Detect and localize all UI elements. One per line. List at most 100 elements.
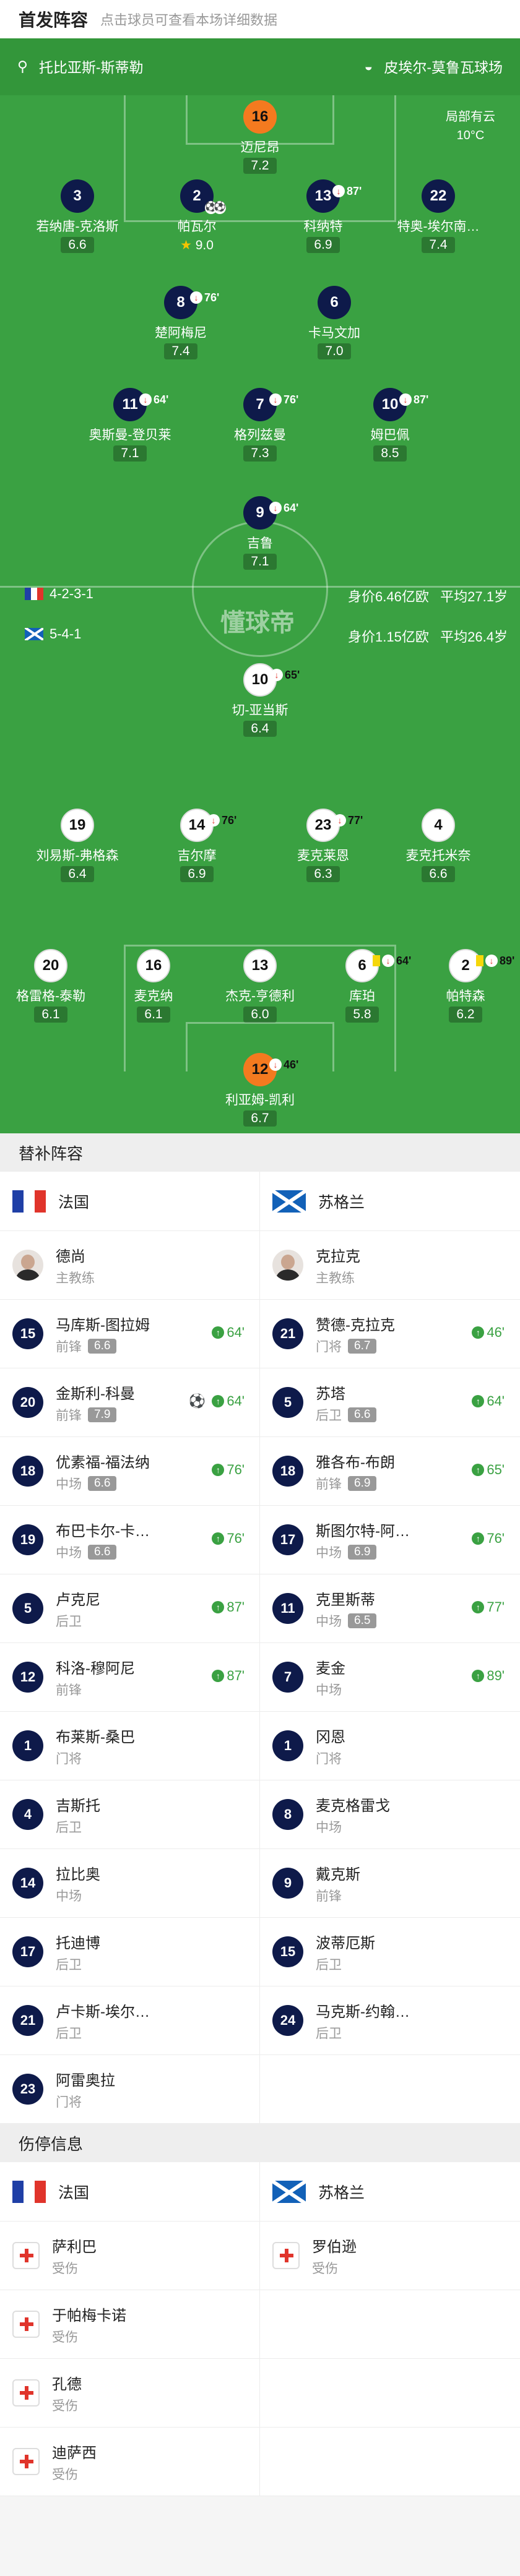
sub-player-home[interactable]: 1 布莱斯-桑巴 门将 — [0, 1712, 260, 1780]
sub-player-home[interactable]: 23 阿雷奥拉 门将 — [0, 2055, 260, 2123]
injured-player-home[interactable]: 迪萨西 受伤 — [0, 2428, 260, 2496]
sub-in-icon: ↑ — [472, 1395, 485, 1407]
sub-row: 15 马库斯-图拉姆 前锋 6.6 ↑ 64' 21 赞德-克拉克 门将 6.7 ↑ 46' — [0, 1300, 520, 1368]
minute-text: 89' — [487, 1668, 505, 1683]
injured-player-home[interactable]: 于帕梅卡诺 受伤 — [0, 2290, 260, 2358]
sub-player-away[interactable]: 8 麦克格雷戈 中场 — [260, 1780, 519, 1848]
player-sc-12[interactable]: 12 ↓ 46' 利亚姆-凯利 6.7 — [210, 1053, 310, 1127]
player-sc-16[interactable]: 16 麦克纳 6.1 — [104, 949, 203, 1023]
sub-player-away[interactable]: 5 苏塔 后卫 6.6 ↑ 64' — [260, 1368, 519, 1436]
sub-player-home[interactable]: 15 马库斯-图拉姆 前锋 6.6 ↑ 64' — [0, 1300, 260, 1368]
player-position: 前锋 — [56, 1339, 82, 1354]
injury-status: 受伤 — [312, 2261, 338, 2276]
player-position: 后卫 — [56, 2026, 82, 2041]
player-name: 卢卡斯-埃尔… — [56, 2003, 150, 2020]
minute-text: 87' — [227, 1668, 245, 1683]
sub-player-home[interactable]: 20 金斯利-科曼 前锋 7.9 ⚽ ↑ 64' — [0, 1368, 260, 1436]
player-position: 中场 — [316, 1545, 342, 1560]
player-name: 迪萨西 — [52, 2444, 97, 2462]
away-coach[interactable]: 克拉克 主教练 — [260, 1231, 519, 1299]
player-fr-6[interactable]: 6 卡马文加 7.0 — [285, 286, 384, 359]
player-position: 门将 — [56, 1751, 82, 1766]
player-info: 吉斯托 后卫 — [56, 1793, 100, 1836]
player-sc-10[interactable]: 10 ↓ 65' 切-亚当斯 6.4 — [210, 663, 310, 737]
player-info: 冈恩 门将 — [316, 1725, 345, 1767]
player-sc-6[interactable]: 6 ↓ 64' 库珀 5.8 — [313, 949, 412, 1023]
sub-in-minute: ↑ 87' — [212, 1668, 245, 1684]
player-sc-19[interactable]: 19 刘易斯-弗格森 6.4 — [28, 809, 127, 882]
sub-player-home[interactable]: 5 卢克尼 后卫 ↑ 87' — [0, 1574, 260, 1642]
sub-player-away[interactable]: 1 冈恩 门将 — [260, 1712, 519, 1780]
sub-in-icon: ↑ — [472, 1670, 485, 1682]
sub-player-home[interactable]: 18 优素福-福法纳 中场 6.6 ↑ 76' — [0, 1437, 260, 1505]
sub-player-away[interactable]: 11 克里斯蒂 中场 6.5 ↑ 77' — [260, 1574, 519, 1642]
player-fr-2[interactable]: 2 ⚽ ⚽ 帕瓦尔 ★ 9.0 — [147, 179, 246, 254]
yellow-card-icon — [476, 955, 483, 966]
player-fr-16[interactable]: 16 迈尼昂 7.2 — [210, 100, 310, 174]
player-fr-10[interactable]: 10 ↓ 87' 姆巴佩 8.5 — [340, 388, 440, 462]
sub-player-away[interactable]: 15 波蒂厄斯 后卫 — [260, 1918, 519, 1986]
player-info: 克里斯蒂 中场 6.5 — [316, 1587, 377, 1630]
injury-status: 受伤 — [52, 2261, 78, 2276]
player-meta: 前锋 7.9 — [56, 1406, 135, 1424]
sub-player-home[interactable]: 21 卢卡斯-埃尔… 后卫 — [0, 1986, 260, 2054]
sub-row: 20 金斯利-科曼 前锋 7.9 ⚽ ↑ 64' 5 苏塔 后卫 6.6 ↑ 64' — [0, 1368, 520, 1437]
player-meta: 前锋 6.6 — [56, 1337, 150, 1355]
weather-text: 局部有云 — [446, 110, 495, 124]
player-fr-11[interactable]: 11 ↓ 64' 奥斯曼-登贝莱 7.1 — [80, 388, 180, 462]
rating-badge: 6.6 — [348, 1407, 377, 1422]
player-sc-20[interactable]: 20 格雷格-泰勒 6.1 — [1, 949, 100, 1023]
player-info: 罗伯逊 受伤 — [312, 2235, 357, 2277]
scotland-flag-icon — [272, 1190, 306, 1213]
player-info: 孔德 受伤 — [52, 2372, 82, 2415]
player-name: 拉比奥 — [56, 1866, 100, 1883]
player-meta: 中场 — [316, 1680, 345, 1699]
player-meta: 中场 6.6 — [56, 1543, 150, 1561]
sub-player-home[interactable]: 12 科洛-穆阿尼 前锋 ↑ 87' — [0, 1643, 260, 1711]
player-name: 马库斯-图拉姆 — [56, 1316, 150, 1334]
home-team-header: 法国 — [0, 1172, 260, 1230]
player-position: 中场 — [56, 1477, 82, 1492]
sub-player-away[interactable]: 21 赞德-克拉克 门将 6.7 ↑ 46' — [260, 1300, 519, 1368]
sub-player-home[interactable]: 17 托迪博 后卫 — [0, 1918, 260, 1986]
injured-player-home[interactable]: 萨利巴 受伤 — [0, 2222, 260, 2290]
sub-in-icon: ↑ — [212, 1532, 225, 1545]
sub-player-home[interactable]: 4 吉斯托 后卫 — [0, 1780, 260, 1848]
sub-out-icon: ↓ — [190, 291, 202, 304]
player-meta: 前锋 — [56, 1680, 135, 1699]
sub-player-away[interactable]: 7 麦金 中场 ↑ 89' — [260, 1643, 519, 1711]
player-sc-13[interactable]: 13 杰克-亨德利 6.0 — [210, 949, 310, 1023]
home-coach[interactable]: 德尚 主教练 — [0, 1231, 260, 1299]
sub-player-away[interactable]: 24 马克斯-约翰… 后卫 — [260, 1986, 519, 2054]
rating-badge: 7.9 — [88, 1407, 117, 1422]
player-sc-4[interactable]: 4 麦克托米奈 6.6 — [389, 809, 488, 882]
sub-player-home[interactable]: 19 布巴卡尔-卡… 中场 6.6 ↑ 76' — [0, 1506, 260, 1574]
player-sc-23[interactable]: 23 ↓ 77' 麦克莱恩 6.3 — [274, 809, 373, 882]
jersey-number: 19 — [12, 1524, 43, 1555]
player-info: 拉比奥 中场 — [56, 1862, 100, 1905]
player-sc-14[interactable]: 14 ↓ 76' 吉尔摩 6.9 — [147, 809, 246, 882]
sub-player-away[interactable]: 17 斯图尔特-阿… 中场 6.9 ↑ 76' — [260, 1506, 519, 1574]
jersey-number: 15 — [272, 1936, 303, 1967]
player-sc-2[interactable]: 2 ↓ 89' 帕特森 6.2 — [416, 949, 515, 1023]
player-fr-22[interactable]: 22 特奥-埃尔南… 7.4 — [389, 179, 488, 253]
player-position: 后卫 — [56, 1820, 82, 1835]
injuries-title: 伤停信息 — [0, 2124, 520, 2162]
player-fr-9[interactable]: 9 ↓ 64' 吉鲁 7.1 — [210, 496, 310, 570]
sub-player-away[interactable]: 9 戴克斯 前锋 — [260, 1849, 519, 1917]
player-fr-7[interactable]: 7 ↓ 76' 格列兹曼 7.3 — [210, 388, 310, 462]
injured-player-home[interactable]: 孔德 受伤 — [0, 2359, 260, 2427]
player-fr-13[interactable]: 13 ↓ 87' 科纳特 6.9 — [274, 179, 373, 253]
sub-player-away[interactable]: 18 雅各布-布朗 前锋 6.9 ↑ 65' — [260, 1437, 519, 1505]
jersey-number: 23 — [12, 2074, 43, 2105]
player-meta: 门将 6.7 — [316, 1337, 395, 1355]
player-fr-3[interactable]: 3 若纳唐-克洛斯 6.6 — [28, 179, 127, 253]
player-fr-8[interactable]: 8 ↓ 76' 楚阿梅尼 7.4 — [131, 286, 230, 359]
injured-player-away[interactable]: 罗伯逊 受伤 — [260, 2222, 519, 2290]
player-meta: 门将 — [56, 2092, 115, 2111]
jersey-number: 14 — [12, 1868, 43, 1899]
player-meta: 后卫 — [316, 1955, 375, 1973]
sub-player-home[interactable]: 14 拉比奥 中场 — [0, 1849, 260, 1917]
player-meta: 后卫 — [56, 1955, 100, 1973]
injury-row: 孔德 受伤 — [0, 2359, 520, 2428]
